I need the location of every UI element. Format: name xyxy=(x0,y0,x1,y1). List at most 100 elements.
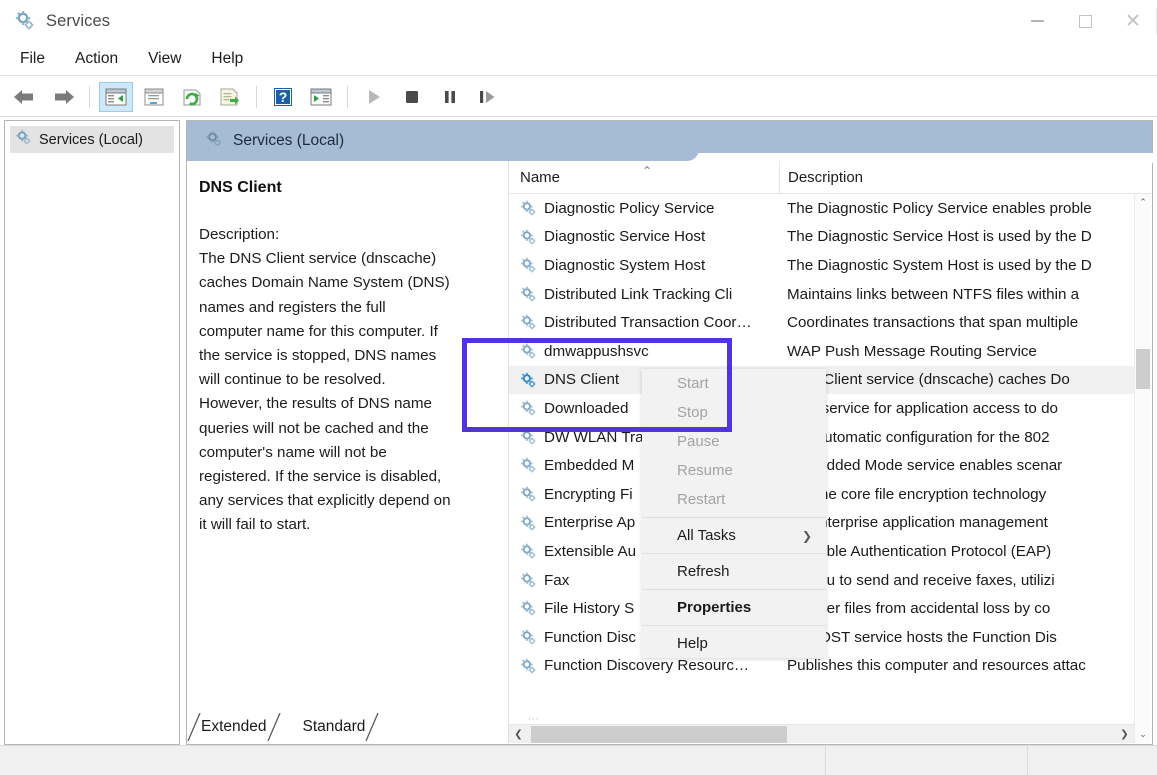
context-menu-item-resume: Resume xyxy=(642,456,826,485)
table-row[interactable]: Diagnostic Service HostThe Diagnostic Se… xyxy=(509,223,1151,252)
caret-left-icon[interactable]: ❮ xyxy=(509,725,528,743)
table-row[interactable]: Extensible Auxtensible Authentication Pr… xyxy=(509,537,1151,566)
row-name-label: Embedded M xyxy=(544,457,634,474)
grip-dots-icon: ··· xyxy=(528,715,540,725)
status-bar xyxy=(0,745,1157,775)
service-detail-title: DNS Client xyxy=(199,179,508,197)
list-horizontal-scrollbar[interactable]: ··· ❮ ❯ xyxy=(509,724,1134,743)
column-header-name[interactable]: Name ⌃ xyxy=(509,161,779,194)
menu-action[interactable]: Action xyxy=(61,47,132,71)
row-name-label: Diagnostic Service Host xyxy=(544,228,705,245)
context-menu-item-properties[interactable]: Properties xyxy=(642,593,826,622)
minimize-button[interactable] xyxy=(1013,0,1061,42)
services-gear-icon xyxy=(15,129,32,151)
table-row[interactable]: Faxles you to send and receive faxes, ut… xyxy=(509,566,1151,595)
service-gear-icon xyxy=(520,314,537,331)
caret-right-icon[interactable]: ❯ xyxy=(1115,725,1134,743)
toolbar: ? xyxy=(0,77,1157,117)
start-service-icon[interactable] xyxy=(357,82,391,112)
context-menu-item-label: Refresh xyxy=(677,563,730,580)
pause-service-icon[interactable] xyxy=(433,82,467,112)
restart-service-icon[interactable] xyxy=(471,82,505,112)
context-menu-item-label: Properties xyxy=(677,599,751,616)
close-button[interactable]: ✕ xyxy=(1109,0,1157,42)
context-menu-item-help[interactable]: Help xyxy=(642,629,826,658)
context-menu-item-label: Resume xyxy=(677,462,733,479)
window-title: Services xyxy=(46,12,110,31)
status-cell-3 xyxy=(1028,746,1157,775)
menu-file[interactable]: File xyxy=(6,47,59,71)
column-header-description[interactable]: Description xyxy=(779,161,1151,194)
service-gear-icon xyxy=(520,628,537,645)
row-name-label: DW WLAN Tra xyxy=(544,429,644,446)
table-row[interactable]: File History Scts user files from accide… xyxy=(509,594,1151,623)
row-name-label: dmwappushsvc xyxy=(544,343,649,360)
service-gear-icon xyxy=(520,571,537,588)
table-row[interactable]: Distributed Link Tracking CliMaintains l… xyxy=(509,280,1151,309)
forward-arrow-icon[interactable] xyxy=(46,82,80,112)
service-gear-icon xyxy=(520,600,537,617)
menu-help[interactable]: Help xyxy=(197,47,257,71)
help-icon[interactable]: ? xyxy=(266,82,300,112)
row-name-label: Extensible Au xyxy=(544,543,636,560)
table-row[interactable]: Distributed Transaction Coor…Coordinates… xyxy=(509,308,1151,337)
row-name-label: Distributed Transaction Coor… xyxy=(544,314,752,331)
service-gear-icon xyxy=(520,457,537,474)
show-hide-properties-pane-icon[interactable] xyxy=(304,82,338,112)
row-name-label: Enterprise Ap xyxy=(544,514,635,531)
caret-down-icon[interactable]: ⌄ xyxy=(1135,726,1151,743)
export-list-icon[interactable] xyxy=(213,82,247,112)
tab-extended[interactable]: Extended xyxy=(187,713,279,741)
refresh-icon[interactable] xyxy=(175,82,209,112)
row-name-cell: Encrypting Fi xyxy=(520,485,633,502)
service-gear-icon xyxy=(520,543,537,560)
context-menu-item-stop: Stop xyxy=(642,398,826,427)
stop-service-icon[interactable] xyxy=(395,82,429,112)
context-menu-item-start: Start xyxy=(642,369,826,398)
caret-up-icon[interactable]: ⌃ xyxy=(1135,194,1151,211)
svg-text:?: ? xyxy=(279,89,288,105)
menu-separator xyxy=(642,589,826,590)
menu-view[interactable]: View xyxy=(134,47,195,71)
tab-slash-right xyxy=(267,713,281,741)
row-name-cell: Diagnostic System Host xyxy=(520,257,705,274)
list-vertical-scrollbar[interactable]: ⌃ ⌄ xyxy=(1134,194,1151,743)
table-row[interactable]: DW WLAN Trades automatic configuration f… xyxy=(509,423,1151,452)
context-menu-item-label: Start xyxy=(677,375,709,392)
row-description-cell: les enterprise application management xyxy=(787,514,1048,531)
tree-item-label: Services (Local) xyxy=(39,132,143,148)
show-hide-console-tree-icon[interactable] xyxy=(99,82,133,112)
table-row[interactable]: Encrypting Fides the core file encryptio… xyxy=(509,480,1151,509)
hscrollbar-thumb[interactable] xyxy=(531,726,787,743)
back-arrow-icon[interactable] xyxy=(8,82,42,112)
tree-item-services-local[interactable]: Services (Local) xyxy=(10,126,174,153)
row-name-cell: Diagnostic Service Host xyxy=(520,228,705,245)
context-menu-item-refresh[interactable]: Refresh xyxy=(642,557,826,586)
table-row[interactable]: Diagnostic System HostThe Diagnostic Sys… xyxy=(509,251,1151,280)
show-hide-action-pane-icon[interactable] xyxy=(137,82,171,112)
maximize-button[interactable] xyxy=(1061,0,1109,42)
table-row[interactable]: dmwappushsvc WAP Push Message Routing Ser… xyxy=(509,337,1151,366)
table-row[interactable]: Diagnostic Policy ServiceThe Diagnostic … xyxy=(509,194,1151,223)
table-row[interactable]: Embedded MEmbedded Mode service enables … xyxy=(509,451,1151,480)
row-name-label: Distributed Link Tracking Cli xyxy=(544,286,732,303)
console-tree-pane: Services (Local) xyxy=(4,120,180,745)
table-row[interactable]: DNS ClientDNS Client service (dnscache) … xyxy=(509,366,1151,395)
row-name-cell: Distributed Link Tracking Cli xyxy=(520,285,732,302)
table-row[interactable]: Function DiscDPHOST service hosts the Fu… xyxy=(509,623,1151,652)
column-header-name-label: Name xyxy=(520,169,560,186)
table-row[interactable]: Function Discovery Resourc…Publishes thi… xyxy=(509,652,1151,681)
row-name-label: Downloaded xyxy=(544,400,628,417)
service-gear-icon xyxy=(520,485,537,502)
context-menu-item-label: Restart xyxy=(677,491,725,508)
service-gear-icon xyxy=(520,285,537,302)
tab-standard[interactable]: Standard xyxy=(289,713,378,741)
service-gear-icon xyxy=(520,400,537,417)
pane-header-label: Services (Local) xyxy=(233,132,344,150)
row-name-cell: Diagnostic Policy Service xyxy=(520,200,715,217)
row-description-cell: WAP Push Message Routing Service xyxy=(787,343,1037,360)
context-menu-item-all-tasks[interactable]: All Tasks❯ xyxy=(642,521,826,550)
table-row[interactable]: Enterprise Ap les enterprise application … xyxy=(509,509,1151,538)
scrollbar-thumb[interactable] xyxy=(1136,349,1150,389)
table-row[interactable]: Downloadedlows service for application a… xyxy=(509,394,1151,423)
